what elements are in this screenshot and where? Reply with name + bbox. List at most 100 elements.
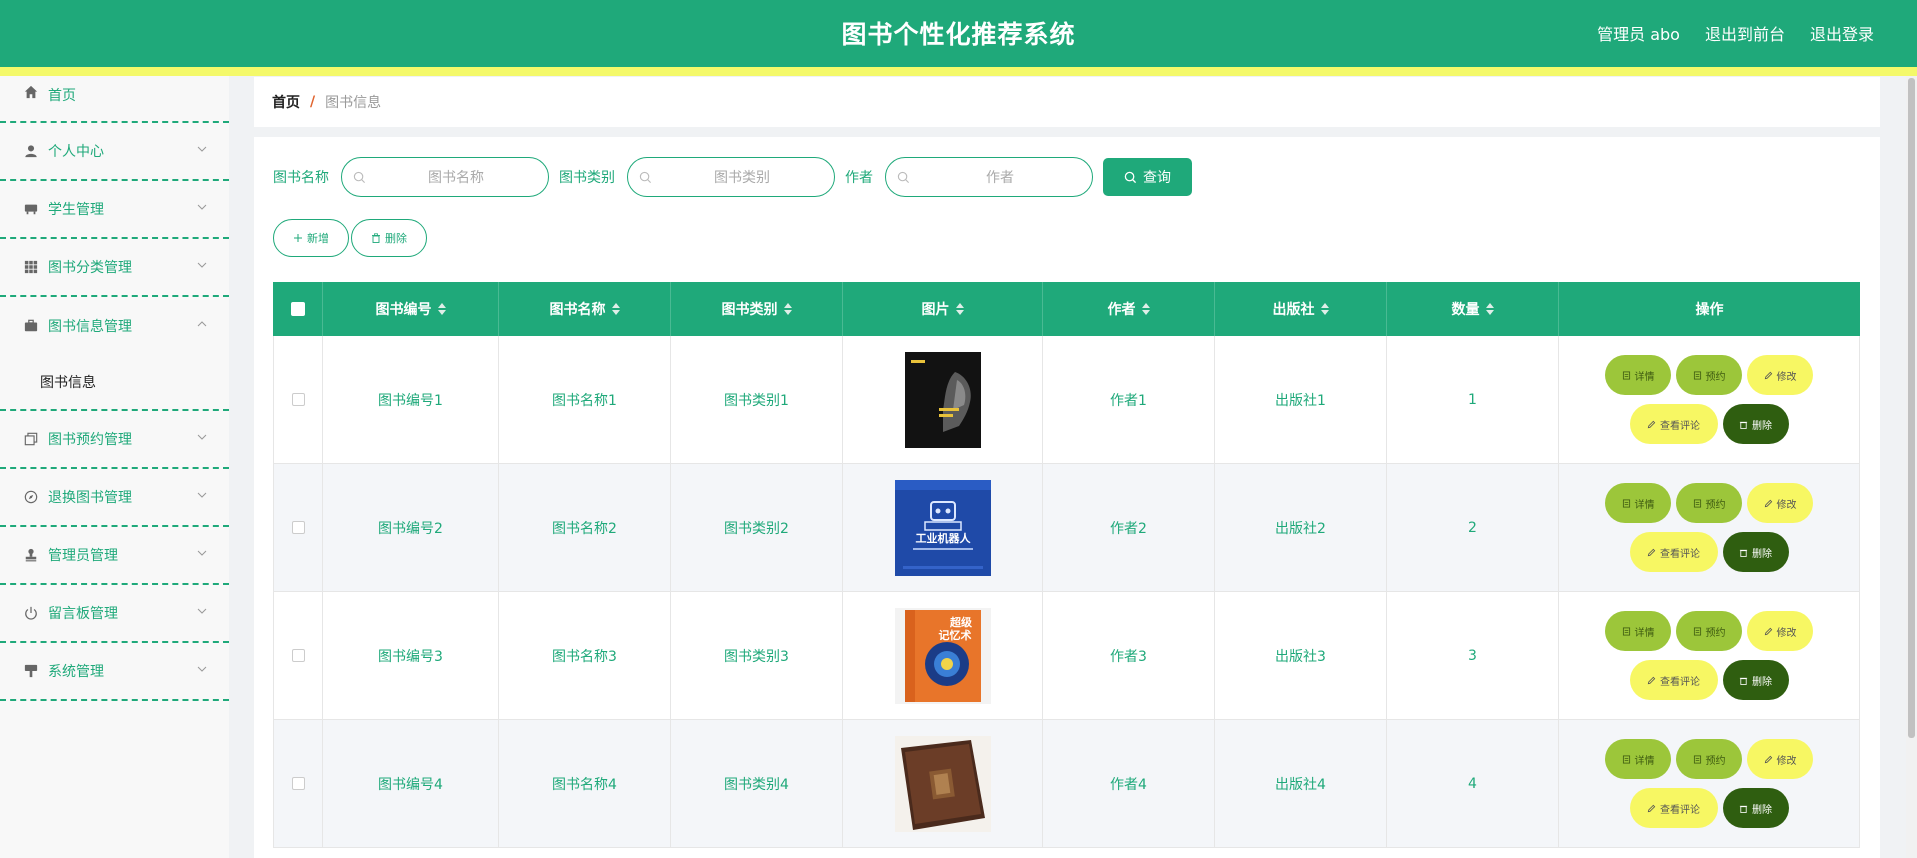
sidebar-item-book-info-mgmt[interactable]: 图书信息管理 [0, 297, 229, 355]
pencil-icon [1764, 499, 1772, 507]
book-table: 图书编号 图书名称 图书类别 图片 作者 出版社 数量 操作 图书编号1 图书名… [273, 282, 1860, 848]
delete-button[interactable]: 删除 [1722, 404, 1789, 444]
header-book-no[interactable]: 图书编号 [323, 282, 499, 336]
detail-button[interactable]: 详情 [1605, 483, 1671, 523]
query-button-label: 查询 [1143, 170, 1171, 186]
chevron-down-icon [197, 666, 207, 672]
sidebar-item-student-mgmt[interactable]: 学生管理 [0, 181, 229, 239]
delete-button[interactable]: 删除 [1722, 788, 1789, 828]
sidebar-subitem-book-info[interactable]: 图书信息 [0, 355, 229, 411]
sidebar-item-system-mgmt[interactable]: 系统管理 [0, 643, 229, 701]
header-label: 操作 [1695, 302, 1724, 318]
cell-publisher: 出版社3 [1215, 592, 1387, 719]
edit-button[interactable]: 修改 [1747, 355, 1813, 395]
delete-button[interactable]: 删除 [1722, 660, 1789, 700]
trash-icon [1739, 421, 1748, 429]
book-cover-image[interactable]: 工业机器人 [893, 478, 993, 578]
page-scrollbar[interactable] [1906, 76, 1917, 858]
header-book-name[interactable]: 图书名称 [499, 282, 671, 336]
reserve-button[interactable]: 预约 [1676, 611, 1742, 651]
detail-button[interactable]: 详情 [1605, 611, 1671, 651]
row-select-cell [273, 464, 323, 591]
breadcrumb-home[interactable]: 首页 [272, 92, 300, 112]
cell-book-category: 图书类别2 [671, 464, 843, 591]
detail-label: 详情 [1634, 755, 1655, 767]
header-label: 数量 [1451, 302, 1480, 318]
sidebar-item-personal-center[interactable]: 个人中心 [0, 123, 229, 181]
book-cover-image[interactable]: 超级 记忆术 [893, 606, 993, 706]
exit-to-front-link[interactable]: 退出到前台 [1705, 21, 1785, 45]
header-nav: 管理员 abo 退出到前台 退出登录 [1597, 21, 1874, 45]
sidebar-item-home[interactable]: 首页 [0, 76, 229, 123]
delete-label: 删除 [1752, 420, 1772, 432]
header-stripe [0, 67, 1917, 76]
row-checkbox[interactable] [291, 649, 305, 662]
scrollbar-thumb[interactable] [1908, 78, 1915, 738]
edit-button[interactable]: 修改 [1747, 739, 1813, 779]
detail-label: 详情 [1634, 499, 1655, 511]
book-cover-image[interactable] [893, 350, 993, 450]
reserve-button[interactable]: 预约 [1676, 739, 1742, 779]
header-image[interactable]: 图片 [843, 282, 1043, 336]
sidebar-item-admin-mgmt[interactable]: 管理员管理 [0, 527, 229, 585]
sort-icon [437, 303, 446, 315]
admin-user-label[interactable]: 管理员 abo [1597, 21, 1680, 45]
author-input[interactable] [916, 158, 1084, 196]
row-checkbox[interactable] [291, 521, 305, 534]
pencil-icon [1647, 676, 1656, 684]
edit-button[interactable]: 修改 [1747, 611, 1813, 651]
cell-book-category: 图书类别3 [671, 592, 843, 719]
batch-delete-button[interactable]: 删除 [351, 219, 427, 257]
edit-label: 修改 [1776, 499, 1797, 511]
breadcrumb-current: 图书信息 [325, 95, 382, 111]
detail-button[interactable]: 详情 [1605, 739, 1671, 779]
book-name-input[interactable] [372, 158, 540, 196]
book-cover-image[interactable] [893, 734, 993, 834]
row-checkbox[interactable] [291, 393, 305, 406]
book-category-input[interactable] [658, 158, 826, 196]
delete-button[interactable]: 删除 [1722, 532, 1789, 572]
sidebar-item-category-mgmt[interactable]: 图书分类管理 [0, 239, 229, 297]
review-label: 查看评论 [1660, 420, 1700, 432]
sidebar-item-message-mgmt[interactable]: 留言板管理 [0, 585, 229, 643]
header-author[interactable]: 作者 [1043, 282, 1215, 336]
sidebar-item-label: 退换图书管理 [48, 490, 132, 506]
view-reviews-button[interactable]: 查看评论 [1629, 404, 1718, 444]
compass-icon [24, 490, 38, 504]
detail-button[interactable]: 详情 [1605, 355, 1671, 395]
header-book-category[interactable]: 图书类别 [671, 282, 843, 336]
sort-icon [1320, 303, 1329, 315]
logout-link[interactable]: 退出登录 [1810, 21, 1874, 45]
sidebar-item-return-mgmt[interactable]: 退换图书管理 [0, 469, 229, 527]
cell-image: 工业机器人 [843, 464, 1043, 591]
cell-book-no: 图书编号3 [323, 592, 499, 719]
view-reviews-button[interactable]: 查看评论 [1629, 532, 1718, 572]
row-checkbox[interactable] [291, 777, 305, 790]
select-all-checkbox[interactable] [290, 302, 305, 316]
edit-button[interactable]: 修改 [1747, 483, 1813, 523]
view-reviews-button[interactable]: 查看评论 [1629, 788, 1718, 828]
row-select-cell [273, 592, 323, 719]
query-button[interactable]: 查询 [1103, 158, 1192, 196]
delete-label: 删除 [1752, 548, 1772, 560]
table-row: 图书编号3 图书名称3 图书类别3 超级 记忆术 作者3 出版社3 3 详情 预… [273, 592, 1860, 720]
reserve-button[interactable]: 预约 [1676, 355, 1742, 395]
search-icon [353, 171, 366, 184]
sidebar-item-label: 图书预约管理 [48, 432, 132, 448]
sidebar-item-reservation-mgmt[interactable]: 图书预约管理 [0, 411, 229, 469]
cell-publisher: 出版社1 [1215, 336, 1387, 463]
breadcrumb: 首页 / 图书信息 [254, 77, 1880, 127]
header-quantity[interactable]: 数量 [1387, 282, 1559, 336]
cell-quantity: 1 [1387, 336, 1559, 463]
trash-icon [1739, 549, 1748, 557]
edit-label: 修改 [1776, 755, 1797, 767]
reserve-button[interactable]: 预约 [1676, 483, 1742, 523]
pencil-icon [1647, 420, 1656, 428]
view-reviews-button[interactable]: 查看评论 [1629, 660, 1718, 700]
cover-title-text: 工业机器人 [915, 531, 971, 545]
seat-icon [24, 202, 38, 216]
header-publisher[interactable]: 出版社 [1215, 282, 1387, 336]
book-name-label: 图书名称 [273, 170, 329, 186]
add-button[interactable]: 新增 [273, 219, 349, 257]
sidebar-item-label: 学生管理 [48, 202, 104, 218]
